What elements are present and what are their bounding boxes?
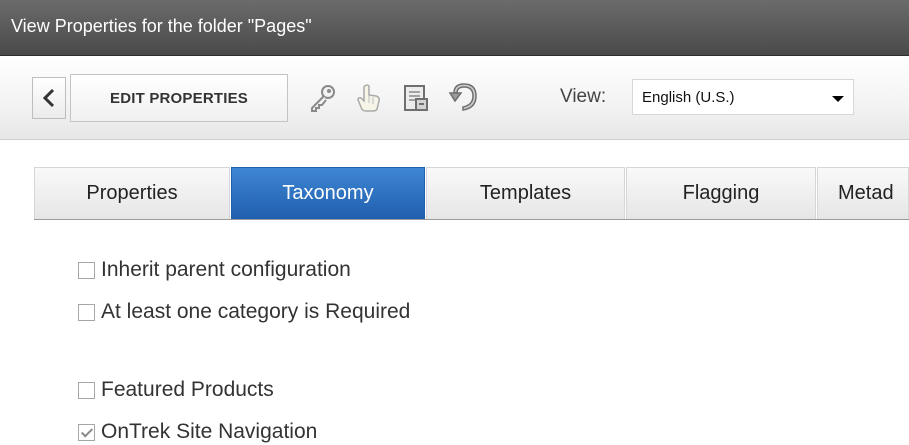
tab-metadata[interactable]: Metad — [817, 167, 909, 219]
featured-products-label: Featured Products — [101, 378, 274, 401]
taxonomy-item[interactable]: OnTrek Site Navigation — [78, 419, 317, 445]
toolbar: EDIT PROPERTIES View: English (U.S.) — [0, 56, 909, 140]
back-button[interactable] — [32, 77, 66, 119]
title-bar: View Properties for the folder "Pages" — [0, 0, 909, 56]
tab-flagging[interactable]: Flagging — [626, 167, 816, 219]
edit-properties-button[interactable]: EDIT PROPERTIES — [70, 74, 288, 122]
hand-pointer-icon[interactable] — [354, 83, 384, 113]
language-select[interactable]: English (U.S.) — [632, 79, 854, 115]
category-required-label: At least one category is Required — [101, 300, 411, 323]
inherit-parent-label: Inherit parent configuration — [101, 258, 351, 281]
document-icon[interactable] — [401, 83, 431, 113]
inherit-parent-option[interactable]: Inherit parent configuration — [78, 257, 351, 283]
window-title: View Properties for the folder "Pages" — [11, 16, 312, 36]
ontrek-site-navigation-checkbox[interactable] — [78, 423, 95, 441]
tab-taxonomy[interactable]: Taxonomy — [231, 167, 425, 219]
chevron-left-icon — [42, 88, 55, 108]
taxonomy-item[interactable]: Featured Products — [78, 377, 274, 403]
chevron-down-icon — [832, 96, 844, 102]
tab-templates[interactable]: Templates — [426, 167, 625, 219]
view-label: View: — [560, 86, 607, 107]
undo-icon[interactable] — [448, 83, 478, 113]
featured-products-checkbox[interactable] — [78, 381, 95, 399]
category-required-option[interactable]: At least one category is Required — [78, 299, 410, 325]
tab-bar: Properties Taxonomy Templates Flagging M… — [34, 167, 909, 220]
tab-properties[interactable]: Properties — [34, 167, 230, 219]
category-required-checkbox[interactable] — [78, 303, 95, 321]
key-icon[interactable] — [307, 83, 337, 113]
ontrek-site-navigation-label: OnTrek Site Navigation — [101, 420, 318, 443]
inherit-parent-checkbox[interactable] — [78, 261, 95, 279]
language-select-value: English (U.S.) — [642, 89, 735, 106]
